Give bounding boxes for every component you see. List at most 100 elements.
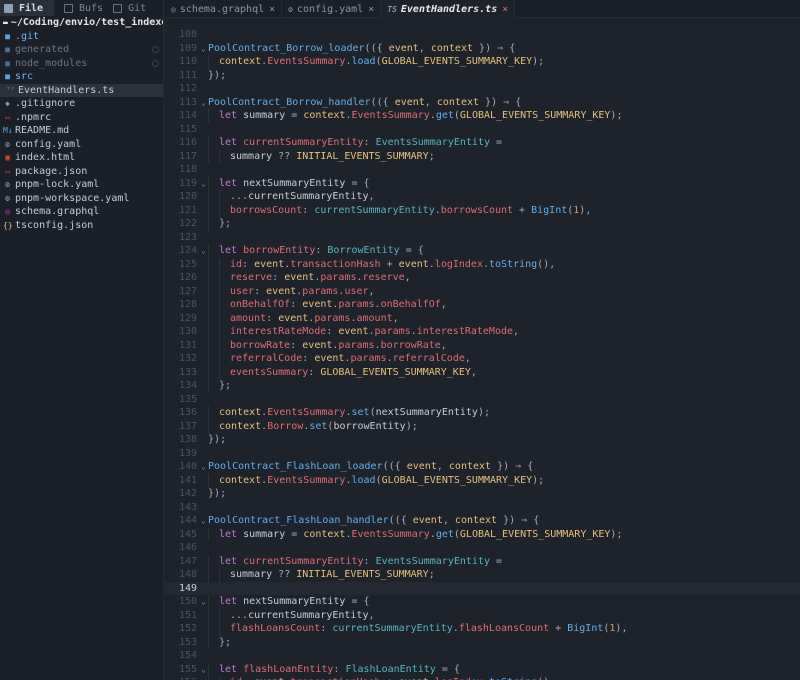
code-line[interactable]: 110 context.EventsSummary.load(GLOBAL_EVE…: [165, 55, 800, 69]
fold-gutter: [199, 312, 208, 326]
fold-gutter: [199, 541, 208, 555]
fold-chevron-icon[interactable]: ⌄: [199, 460, 208, 474]
code-line[interactable]: 111});: [165, 69, 800, 83]
fold-chevron-icon[interactable]: ⌄: [199, 663, 208, 677]
tree-item-config-yaml[interactable]: ⚙ config.yaml: [0, 138, 163, 152]
code-line[interactable]: 109 ⌄ PoolContract_Borrow_loader(({ event,…: [165, 42, 800, 56]
git-status-icon: [152, 46, 159, 53]
code-line[interactable]: 149: [165, 581, 800, 595]
fold-chevron-icon[interactable]: ⌄: [199, 177, 208, 191]
code-line[interactable]: 141 context.EventsSummary.load(GLOBAL_EVE…: [165, 473, 800, 487]
code-line[interactable]: 150 ⌄ let nextSummaryEntity = {: [165, 595, 800, 609]
code-line[interactable]: 152 flashLoansCount: currentSummaryEntity…: [165, 622, 800, 636]
fold-chevron-icon[interactable]: ⌄: [199, 42, 208, 56]
code-text: };: [208, 379, 231, 393]
code-line[interactable]: 156 id: event.transactionHash + event.log…: [165, 676, 800, 680]
tree-item-label: README.md: [15, 125, 70, 136]
code-line[interactable]: 120 ...currentSummaryEntity,: [165, 190, 800, 204]
close-icon[interactable]: ×: [269, 4, 275, 15]
code-line[interactable]: 108: [165, 28, 800, 42]
fold-chevron-icon[interactable]: ⌄: [199, 514, 208, 528]
tree-item-git[interactable]: ■ .git: [0, 30, 163, 44]
code-line[interactable]: 146: [165, 541, 800, 555]
code-text: amount: event.params.amount,: [208, 311, 399, 325]
tab-config-yaml[interactable]: ⚙ config.yaml ×: [282, 0, 382, 18]
tree-item-package-json[interactable]: ▭ package.json: [0, 165, 163, 179]
code-line[interactable]: 148 summary ?? INITIAL_EVENTS_SUMMARY;: [165, 568, 800, 582]
code-line[interactable]: 124 ⌄ let borrowEntity: BorrowEntity = {: [165, 244, 800, 258]
code-text: id: event.transactionHash + event.logInd…: [208, 257, 555, 271]
tree-item-gitignore[interactable]: ◆ .gitignore: [0, 97, 163, 111]
line-number: 108: [178, 29, 197, 40]
code-line[interactable]: 138});: [165, 433, 800, 447]
tab-schema-graphql[interactable]: ◎ schema.graphql ×: [165, 0, 283, 18]
code-line[interactable]: 142});: [165, 487, 800, 501]
code-line[interactable]: 154: [165, 649, 800, 663]
code-line[interactable]: 132 referralCode: event.params.referralCo…: [165, 352, 800, 366]
code-line[interactable]: 129 amount: event.params.amount,: [165, 311, 800, 326]
fold-chevron-icon[interactable]: ⌄: [199, 244, 208, 258]
code-line[interactable]: 114 let summary = context.EventsSummary.g…: [165, 109, 800, 123]
code-line[interactable]: 118: [165, 163, 800, 177]
npm-icon: ▭: [5, 166, 10, 176]
fold-chevron-icon[interactable]: ⌄: [199, 96, 208, 110]
code-line[interactable]: 121 borrowsCount: currentSummaryEntity.bo…: [165, 203, 800, 217]
code-line[interactable]: 144 ⌄ PoolContract_FlashLoan_handler(({ ev…: [165, 514, 800, 528]
code-line[interactable]: 122};: [165, 217, 800, 231]
code-editor[interactable]: 108 109 ⌄ PoolContract_Borrow_loader(({ eve…: [165, 28, 800, 680]
tree-item-label: generated: [15, 44, 70, 55]
code-line[interactable]: 119 ⌄ let nextSummaryEntity = {: [165, 176, 800, 191]
code-line[interactable]: 135: [165, 393, 800, 407]
close-icon[interactable]: ×: [368, 4, 374, 15]
code-line[interactable]: 137 context.Borrow.set(borrowEntity);: [165, 419, 800, 433]
code-line[interactable]: 136 context.EventsSummary.set(nextSummary…: [165, 406, 800, 420]
code-line[interactable]: 139: [165, 447, 800, 461]
code-line[interactable]: 131 borrowRate: event.params.borrowRate,: [165, 338, 800, 352]
tree-item-schema-graphql[interactable]: ◎ schema.graphql: [0, 205, 163, 219]
sidebar-tab-bufs[interactable]: Bufs: [60, 0, 103, 16]
fold-gutter: [199, 501, 208, 515]
tree-item-index-html[interactable]: ▣ index.html: [0, 151, 163, 165]
code-line[interactable]: 147 let currentSummaryEntity: EventsSumma…: [165, 554, 800, 568]
code-line[interactable]: 128 onBehalfOf: event.params.onBehalfOf,: [165, 298, 800, 312]
code-line[interactable]: 115: [165, 123, 800, 137]
code-line[interactable]: 145 let summary = context.EventsSummary.g…: [165, 527, 800, 541]
sidebar-tab-file[interactable]: File: [0, 0, 54, 16]
code-line[interactable]: 117 summary ?? INITIAL_EVENTS_SUMMARY;: [165, 149, 800, 163]
tree-item-node-modules[interactable]: ■ node_modules: [0, 57, 163, 71]
fold-gutter: [199, 298, 208, 312]
tree-item-tsconfig-json[interactable]: {} tsconfig.json: [0, 219, 163, 233]
code-line[interactable]: 130 interestRateMode: event.params.intere…: [165, 325, 800, 339]
sidebar-tab-git[interactable]: Git: [109, 0, 146, 16]
code-line[interactable]: 113 ⌄ PoolContract_Borrow_handler(({ event…: [165, 96, 800, 110]
tab-eventhandlers-ts[interactable]: TS EventHandlers.ts ×: [381, 0, 516, 18]
tree-item-pnpm-workspace-yaml[interactable]: ⚙ pnpm-workspace.yaml: [0, 192, 163, 206]
code-line[interactable]: 155 ⌄ let flashLoanEntity: FlashLoanEntity…: [165, 662, 800, 677]
code-line[interactable]: 143: [165, 501, 800, 515]
code-line[interactable]: 134};: [165, 379, 800, 393]
code-line[interactable]: 153};: [165, 635, 800, 649]
tree-item-generated[interactable]: ■ generated: [0, 43, 163, 57]
close-icon[interactable]: ×: [502, 4, 508, 15]
code-line[interactable]: 126 reserve: event.params.reserve,: [165, 271, 800, 285]
tree-item-src[interactable]: ■ src: [0, 70, 163, 84]
code-line[interactable]: 112: [165, 82, 800, 96]
tree-item-readme-md[interactable]: M↓ README.md: [0, 124, 163, 138]
project-root[interactable]: ▬ ~/Coding/envio/test_indexer: [0, 16, 163, 30]
fold-gutter: [199, 82, 208, 96]
tree-item-pnpm-lock-yaml[interactable]: ⚙ pnpm-lock.yaml: [0, 178, 163, 192]
code-line[interactable]: 133 eventsSummary: GLOBAL_EVENTS_SUMMARY_…: [165, 365, 800, 379]
line-number: 150: [178, 596, 197, 607]
code-line[interactable]: 125 id: event.transactionHash + event.log…: [165, 257, 800, 271]
code-line[interactable]: 151 ...currentSummaryEntity,: [165, 608, 800, 622]
code-line[interactable]: 123: [165, 231, 800, 245]
git-status-icon: [152, 59, 159, 67]
fold-chevron-icon[interactable]: ⌄: [199, 595, 208, 609]
tree-item-eventhandlers-ts[interactable]: ᵀˢ EventHandlers.ts: [0, 83, 163, 97]
tree-item-npmrc[interactable]: ▭ .npmrc: [0, 111, 163, 125]
typescript-icon: ᵀˢ: [6, 85, 15, 94]
code-line[interactable]: 116 let currentSummaryEntity: EventsSumma…: [165, 136, 800, 150]
code-line[interactable]: 127 user: event.params.user,: [165, 284, 800, 298]
code-line[interactable]: 140 ⌄ PoolContract_FlashLoan_loader(({ eve…: [165, 460, 800, 474]
folder-icon: [4, 3, 13, 13]
